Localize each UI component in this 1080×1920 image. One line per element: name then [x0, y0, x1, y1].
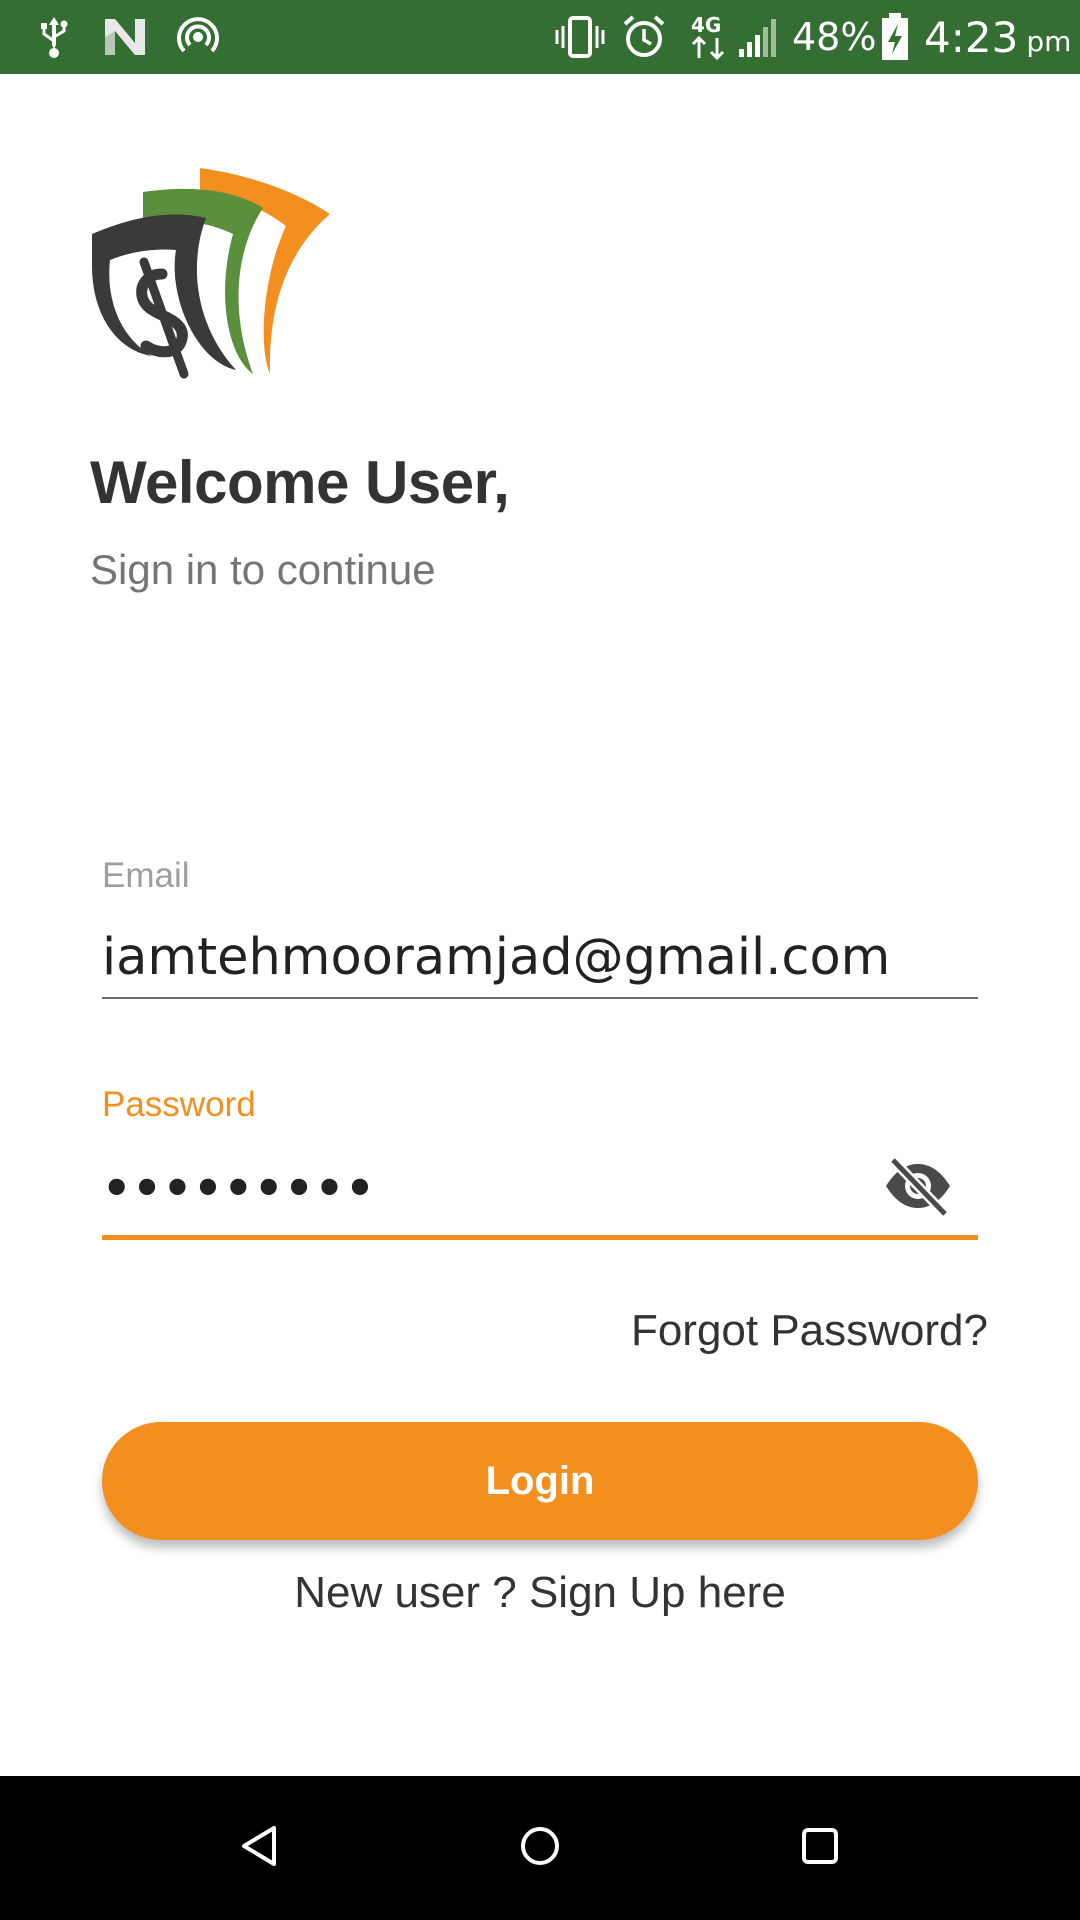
nav-recents-button[interactable]: [780, 1808, 860, 1888]
4g-data-icon: 4G: [688, 12, 728, 62]
signal-icon: [736, 12, 782, 62]
password-field[interactable]: [102, 1158, 842, 1218]
back-icon: [238, 1824, 282, 1873]
password-underline: [102, 1235, 978, 1240]
battery-charging-icon: [878, 12, 912, 62]
vibrate-icon: [554, 12, 606, 62]
nav-back-button[interactable]: [220, 1808, 300, 1888]
alarm-icon: [620, 12, 668, 62]
welcome-subtitle: Sign in to continue: [90, 546, 436, 593]
clock-ampm: pm: [1026, 24, 1072, 58]
email-field[interactable]: [102, 922, 978, 992]
email-underline: [102, 997, 978, 999]
email-label: Email: [102, 856, 190, 895]
welcome-title: Welcome User,: [90, 449, 510, 516]
forgot-password-link[interactable]: Forgot Password?: [631, 1306, 988, 1356]
password-visibility-toggle[interactable]: [880, 1156, 956, 1221]
recents-icon: [798, 1824, 842, 1873]
n-notification-icon: [102, 12, 148, 62]
clock-time: 4:23: [924, 12, 1019, 62]
login-screen: 4G 48% 4:23 pm Welcome User, Sign in to …: [0, 0, 1080, 1920]
clock: 4:23 pm: [924, 0, 1071, 74]
battery-percent: 48%: [792, 15, 877, 59]
login-button[interactable]: Login: [102, 1422, 978, 1540]
eye-off-icon: [883, 1156, 953, 1221]
navigation-bar: [0, 1776, 1080, 1920]
svg-text:4G: 4G: [691, 13, 721, 37]
status-bar: 4G 48% 4:23 pm: [0, 0, 1080, 74]
hotspot-icon: [174, 12, 222, 62]
home-icon: [518, 1824, 562, 1873]
nav-home-button[interactable]: [500, 1808, 580, 1888]
usb-icon: [34, 12, 74, 62]
password-label: Password: [102, 1085, 256, 1124]
app-logo: [88, 156, 330, 384]
signup-link[interactable]: New user ? Sign Up here: [0, 1568, 1080, 1618]
